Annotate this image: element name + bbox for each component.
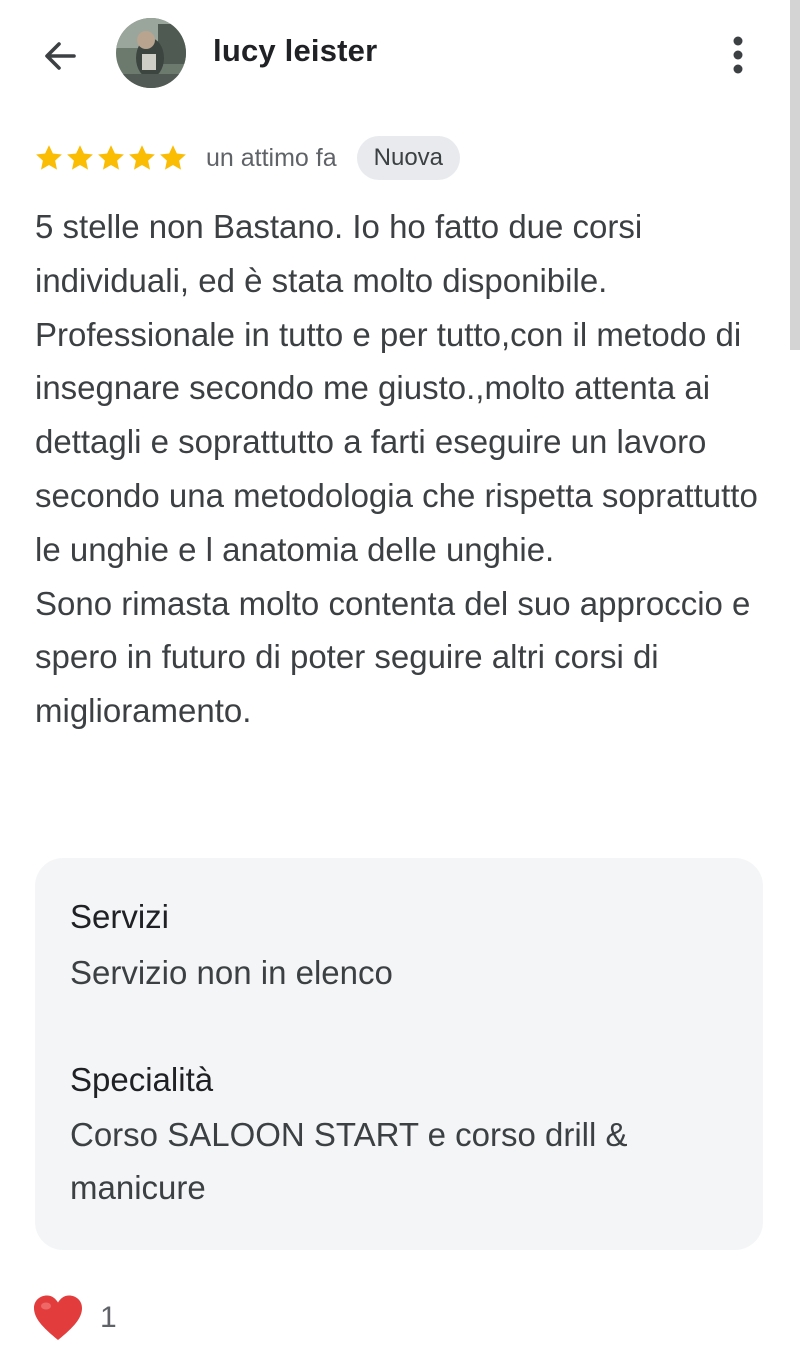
review-text: 5 stelle non Bastano. Io ho fatto due co… bbox=[35, 208, 758, 730]
more-options-button[interactable] bbox=[716, 30, 760, 80]
more-vertical-icon bbox=[733, 36, 743, 74]
rating-row: un attimo fa Nuova bbox=[34, 136, 461, 180]
specialty-label: Specialità bbox=[70, 1061, 214, 1098]
heart-icon[interactable] bbox=[32, 1294, 84, 1342]
star-icon bbox=[98, 145, 124, 170]
arrow-back-icon bbox=[45, 42, 76, 70]
reaction-count: 1 bbox=[100, 1301, 117, 1334]
back-button[interactable] bbox=[36, 32, 84, 80]
star-icon bbox=[129, 145, 155, 170]
specialty-value: Corso SALOON START e corso drill & manic… bbox=[70, 1116, 628, 1206]
services-label: Servizi bbox=[70, 898, 170, 935]
reactions: 1 bbox=[32, 1292, 117, 1344]
star-icon bbox=[36, 145, 62, 170]
star-icon bbox=[160, 145, 186, 170]
review-time: un attimo fa bbox=[206, 143, 337, 172]
avatar-photo bbox=[116, 18, 186, 88]
scrollbar[interactable] bbox=[790, 0, 800, 350]
avatar[interactable] bbox=[116, 18, 186, 88]
author-name[interactable]: lucy leister bbox=[213, 33, 377, 69]
app-header: lucy leister bbox=[0, 0, 800, 110]
services-value: Servizio non in elenco bbox=[70, 954, 393, 991]
star-icon bbox=[67, 145, 93, 170]
details-card: Servizi Servizio non in elenco Specialit… bbox=[35, 858, 763, 1250]
star-rating bbox=[34, 143, 188, 173]
new-badge: Nuova bbox=[356, 136, 461, 180]
